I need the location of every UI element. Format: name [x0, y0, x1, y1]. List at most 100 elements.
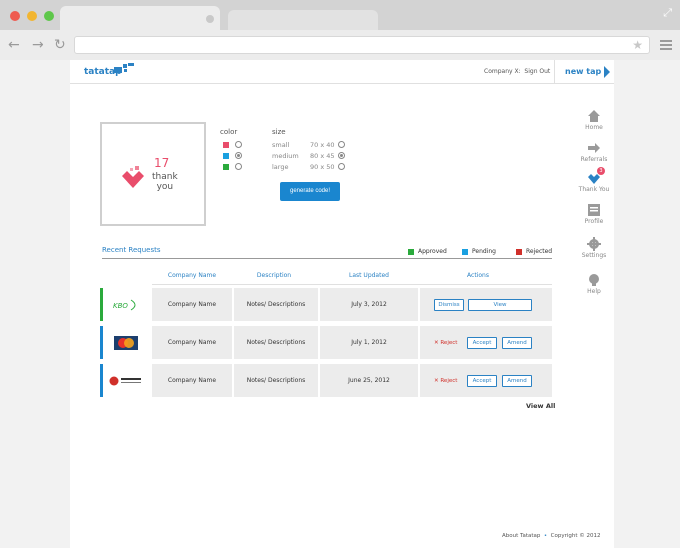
column-header: Company Name [167, 272, 217, 279]
sidebar-item-referrals[interactable]: Referrals [574, 140, 614, 163]
amend-button[interactable]: Amend [502, 375, 532, 387]
legend-label: Approved [418, 248, 447, 255]
gear-icon [587, 236, 601, 251]
menu-icon[interactable] [660, 40, 672, 52]
sidebar-item-label: Settings [581, 252, 607, 259]
sidebar-item-help[interactable]: Help [574, 272, 614, 295]
close-icon: ✕ [434, 340, 439, 346]
sidebar-item-thank-you[interactable]: 3 Thank You [574, 167, 614, 193]
browser-tab-new[interactable] [228, 10, 378, 30]
sidebar-item-label: Thank You [578, 186, 610, 193]
dismiss-button[interactable]: Dismiss [434, 299, 464, 311]
color-radio[interactable] [235, 152, 242, 159]
sidebar-item-profile[interactable]: Profile [574, 202, 614, 225]
profile-icon [587, 202, 601, 216]
actions-cell: ✕ Reject Accept Amend [420, 364, 552, 397]
table-row[interactable]: Company Name Notes/ Descriptions July 1, 2… [100, 326, 552, 359]
view-button[interactable]: View [468, 299, 532, 311]
new-tap-label: new tap [565, 67, 602, 76]
color-radio[interactable] [235, 141, 242, 148]
bulb-icon [587, 272, 601, 286]
bookmark-star-icon[interactable]: ★ [632, 37, 643, 53]
forward-icon[interactable]: → [32, 36, 44, 54]
arrow-icon [587, 140, 601, 154]
actions-cell: ✕ Reject Accept Amend [420, 326, 552, 359]
company-logo [103, 364, 149, 397]
color-radio[interactable] [235, 163, 242, 170]
sidebar-item-home[interactable]: Home [574, 108, 614, 131]
sign-out-link[interactable]: Sign Out [524, 68, 550, 75]
description-cell: Notes/ Descriptions [234, 288, 318, 321]
home-icon [587, 108, 601, 122]
date-cell: July 1, 2012 [320, 326, 418, 359]
copyright-text: Copyright © 2012 [550, 533, 601, 539]
actions-cell: Dismiss View [420, 288, 552, 321]
view-all-link[interactable]: View All [526, 402, 555, 410]
maximize-window-dot[interactable] [44, 11, 54, 21]
color-label: color [220, 128, 238, 136]
legend-swatch [408, 249, 414, 255]
divider [152, 284, 552, 285]
size-dimensions: 90 x 50 [310, 163, 335, 171]
heart-logo-icon [122, 166, 144, 188]
tab-close-icon[interactable] [206, 15, 214, 23]
size-radio[interactable] [338, 152, 345, 159]
size-label-text: small [272, 141, 290, 149]
size-radio[interactable] [338, 163, 345, 170]
browser-tab-active[interactable] [60, 6, 220, 30]
reject-button[interactable]: ✕ Reject [434, 375, 457, 387]
sidebar-item-label: Help [587, 288, 601, 295]
address-bar[interactable]: ★ [74, 36, 650, 54]
date-cell: July 3, 2012 [320, 288, 418, 321]
reject-button[interactable]: ✕ Reject [434, 337, 457, 349]
account-name: Company X [484, 68, 519, 75]
logo-mark-icon [114, 63, 134, 73]
about-link[interactable]: About Tatatap [502, 533, 540, 539]
sidebar-item-settings[interactable]: Settings [574, 236, 614, 259]
close-window-dot[interactable] [10, 11, 20, 21]
legend-swatch [516, 249, 522, 255]
table-row[interactable]: KBO Company Name Notes/ Descriptions July 3… [100, 288, 552, 321]
badge-text: thank you [152, 172, 178, 192]
company-name-cell: Company Name [152, 326, 232, 359]
fullscreen-icon[interactable]: ⤢ [663, 6, 672, 20]
recent-requests-title: Recent Requests [102, 246, 161, 254]
date-cell: June 25, 2012 [320, 364, 418, 397]
browser-chrome: ⤢ ← → ↻ ★ [0, 0, 680, 60]
color-swatch[interactable] [223, 164, 229, 170]
description-cell: Notes/ Descriptions [234, 326, 318, 359]
size-dimensions: 80 x 45 [310, 152, 335, 160]
company-name-cell: Company Name [152, 364, 232, 397]
size-label: size [272, 128, 286, 136]
arrow-right-icon [604, 66, 610, 78]
color-swatch[interactable] [223, 153, 229, 159]
sidebar-item-label: Home [585, 124, 603, 131]
size-label-text: large [272, 163, 289, 171]
generate-code-button[interactable]: generate code! [280, 182, 340, 201]
size-dimensions: 70 x 40 [310, 141, 335, 149]
sidebar-item-label: Profile [584, 218, 604, 225]
minimize-window-dot[interactable] [27, 11, 37, 21]
badge-preview: 17 thank you [100, 122, 206, 226]
separator-dot: • [543, 533, 548, 539]
accept-button[interactable]: Accept [467, 375, 497, 387]
badge-text-line2: you [156, 182, 174, 192]
back-icon[interactable]: ← [8, 36, 20, 54]
size-radio[interactable] [338, 141, 345, 148]
page: tatatap Company X: Sign Out new tap 17 t… [70, 60, 614, 548]
account-info: Company X: Sign Out [484, 68, 551, 75]
legend-label: Pending [472, 248, 496, 255]
column-header: Description [256, 272, 292, 279]
reject-label: Reject [440, 340, 458, 346]
table-row[interactable]: Company Name Notes/ Descriptions June 25, … [100, 364, 552, 397]
accept-button[interactable]: Accept [467, 337, 497, 349]
new-tap-button[interactable]: new tap [554, 60, 614, 84]
reload-icon[interactable]: ↻ [54, 36, 66, 54]
badge-text-line1: thank [152, 172, 178, 182]
column-header: Last Updated [349, 272, 389, 279]
svg-text:KBO: KBO [113, 302, 128, 310]
color-swatch[interactable] [223, 142, 229, 148]
company-logo: KBO [103, 288, 149, 321]
amend-button[interactable]: Amend [502, 337, 532, 349]
legend-swatch [462, 249, 468, 255]
